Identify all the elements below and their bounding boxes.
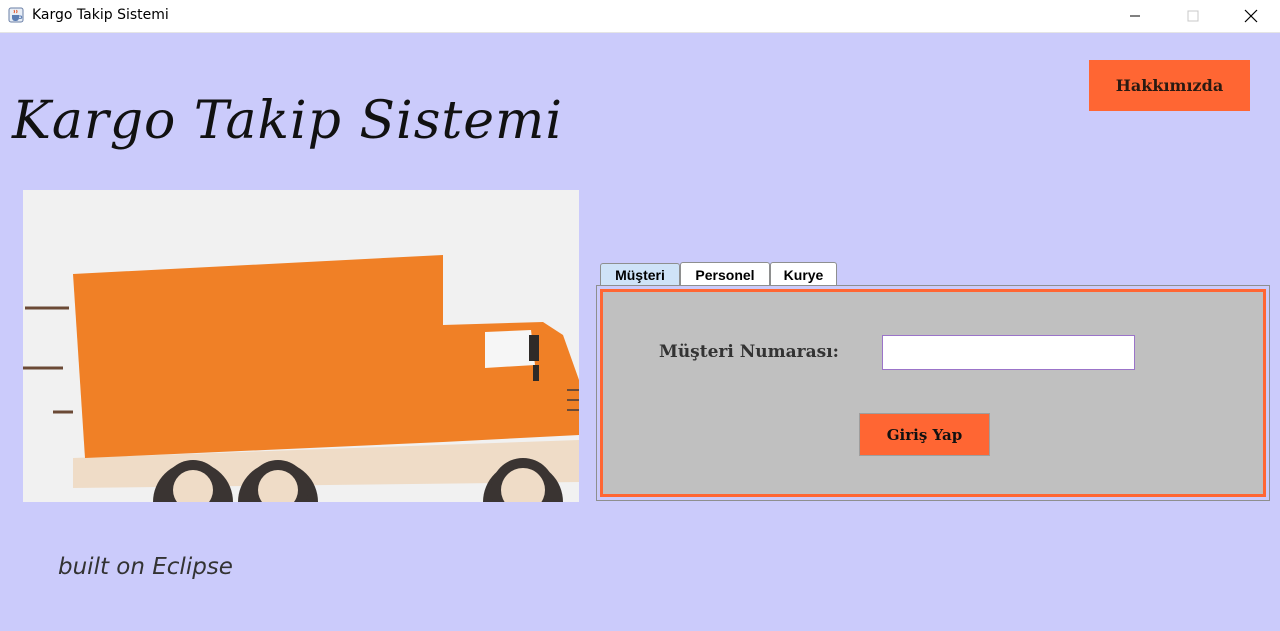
maximize-icon (1187, 10, 1199, 22)
minimize-icon (1130, 15, 1140, 17)
main-content: Kargo Takip Sistemi Hakkımızda Müşteri P… (0, 33, 1280, 631)
about-button[interactable]: Hakkımızda (1089, 60, 1250, 111)
close-icon (1244, 9, 1258, 23)
app-heading: Kargo Takip Sistemi (12, 91, 563, 151)
close-button[interactable] (1228, 0, 1274, 32)
footer-text: built on Eclipse (58, 554, 233, 580)
customer-number-label: Müşteri Numarası: (659, 342, 839, 362)
tab-customer[interactable]: Müşteri (600, 263, 680, 286)
tab-staff[interactable]: Personel (680, 262, 770, 286)
maximize-button[interactable] (1170, 0, 1216, 32)
java-cup-icon (8, 7, 24, 23)
title-bar: Kargo Takip Sistemi (0, 0, 1280, 33)
tab-courier[interactable]: Kurye (770, 262, 837, 286)
customer-number-input[interactable] (882, 335, 1135, 370)
minimize-button[interactable] (1112, 0, 1158, 32)
customer-form: Müşteri Numarası: Giriş Yap (600, 289, 1266, 497)
truck-image (23, 190, 579, 502)
login-panel: Müşteri Numarası: Giriş Yap (596, 285, 1270, 501)
login-button[interactable]: Giriş Yap (859, 413, 990, 456)
window-title: Kargo Takip Sistemi (32, 7, 169, 23)
